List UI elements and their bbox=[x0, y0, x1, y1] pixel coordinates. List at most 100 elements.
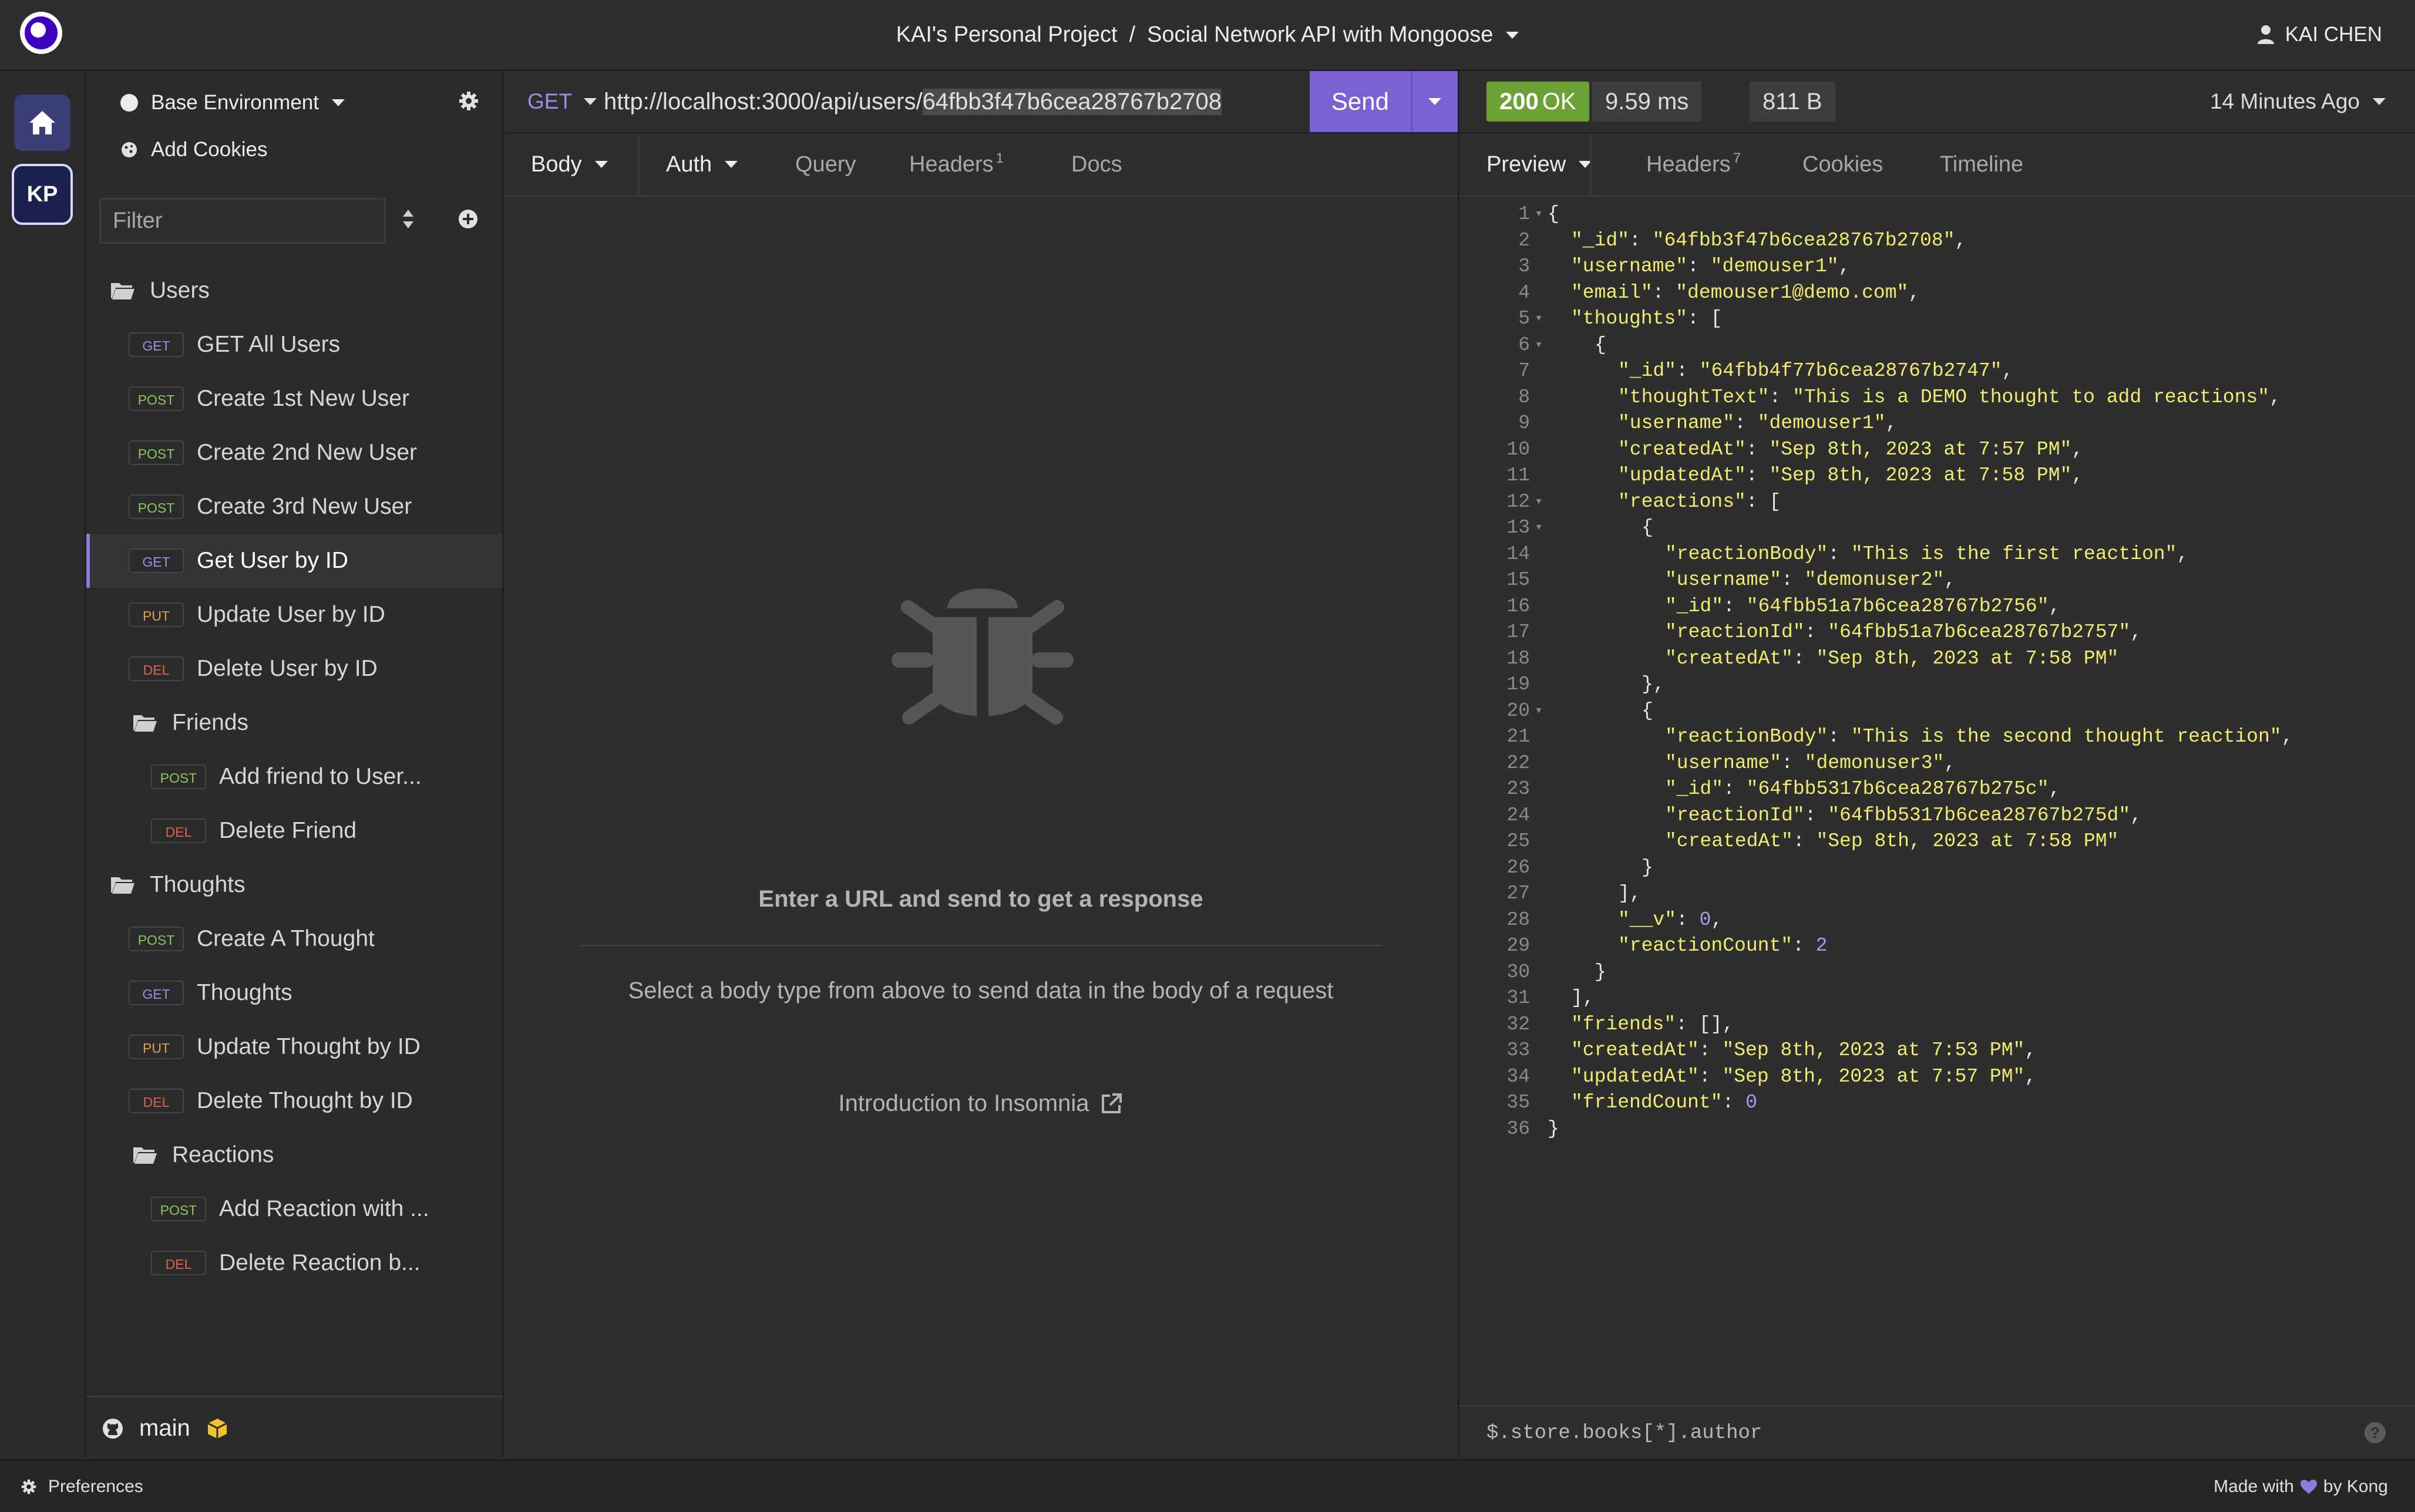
fold-toggle-icon[interactable]: ▾ bbox=[1530, 515, 1548, 541]
code-line: 36} bbox=[1459, 1116, 2415, 1143]
code-text: { bbox=[1548, 515, 1653, 541]
tab-docs[interactable]: Docs bbox=[1071, 134, 1122, 195]
tree-item-label: Delete Reaction b... bbox=[219, 1250, 421, 1275]
tree-item-label: Add Reaction with ... bbox=[219, 1196, 429, 1221]
gutter-spacer bbox=[1530, 280, 1548, 307]
code-text: "createdAt": "Sep 8th, 2023 at 7:57 PM", bbox=[1548, 437, 2083, 463]
send-options-button[interactable] bbox=[1410, 71, 1458, 132]
workspace-button[interactable]: KP bbox=[12, 164, 73, 225]
help-icon[interactable]: ? bbox=[2364, 1422, 2386, 1443]
json-punctuation: , bbox=[2130, 804, 2142, 826]
code-text: "reactionCount": 2 bbox=[1548, 933, 1827, 959]
preferences-button[interactable]: Preferences bbox=[21, 1461, 143, 1512]
sidebar-request-item[interactable]: DEL Delete User by ID bbox=[86, 642, 502, 696]
method-selector[interactable]: GET bbox=[527, 71, 597, 132]
tab-cookies[interactable]: Cookies bbox=[1802, 134, 1883, 195]
json-punctuation: } bbox=[1595, 961, 1606, 983]
sidebar-request-item[interactable]: PUT Update User by ID bbox=[86, 588, 502, 642]
response-filter-input[interactable] bbox=[1485, 1414, 2310, 1453]
environment-settings-button[interactable] bbox=[459, 91, 479, 114]
sidebar-request-item[interactable]: DEL Delete Thought by ID bbox=[86, 1074, 502, 1128]
fold-toggle-icon[interactable]: ▾ bbox=[1530, 489, 1548, 516]
json-number: 0 bbox=[1699, 908, 1711, 931]
environment-selector[interactable]: Base Environment bbox=[120, 91, 345, 115]
filter-input[interactable] bbox=[101, 200, 384, 242]
made-with-kong-link[interactable]: Made with by Kong bbox=[2214, 1461, 2388, 1512]
git-branch-bar[interactable]: main bbox=[86, 1396, 502, 1459]
tab-headers[interactable]: Headers 1 bbox=[909, 134, 1004, 195]
fold-toggle-icon[interactable]: ▾ bbox=[1530, 332, 1548, 359]
sidebar-request-item[interactable]: POST Create A Thought bbox=[86, 912, 502, 966]
tab-query[interactable]: Query bbox=[795, 134, 856, 195]
json-punctuation: , bbox=[2024, 1039, 2037, 1061]
tab-body[interactable]: Body bbox=[531, 134, 608, 195]
app-logo[interactable] bbox=[20, 12, 62, 54]
chevron-down-icon bbox=[594, 161, 608, 168]
sort-button[interactable] bbox=[401, 207, 415, 234]
json-string: "This is a DEMO thought to add reactions… bbox=[1792, 386, 2269, 408]
url-input[interactable]: http://localhost:3000/api/users/64fbb3f4… bbox=[604, 71, 1222, 132]
tab-timeline[interactable]: Timeline bbox=[1940, 134, 2023, 195]
json-key: "_id" bbox=[1665, 778, 1724, 800]
home-button[interactable] bbox=[14, 95, 70, 151]
code-text: "email": "demouser1@demo.com", bbox=[1548, 280, 1920, 307]
fold-toggle-icon[interactable]: ▾ bbox=[1530, 306, 1548, 332]
json-punctuation: , bbox=[2049, 778, 2061, 800]
user-account[interactable]: KAI CHEN bbox=[2257, 0, 2382, 69]
response-body-viewer[interactable]: 1 ▾{2 "_id": "64fbb3f47b6cea28767b2708", 3 "… bbox=[1459, 201, 2415, 1142]
sidebar-request-item[interactable]: POST Create 2nd New User bbox=[86, 426, 502, 480]
code-text: "username": "demonuser3", bbox=[1548, 750, 1956, 777]
code-text: "reactionBody": "This is the first react… bbox=[1548, 541, 2188, 568]
intro-to-insomnia-link[interactable]: Introduction to Insomnia bbox=[504, 1090, 1458, 1117]
sidebar-request-item[interactable]: PUT Update Thought by ID bbox=[86, 1020, 502, 1074]
breadcrumb-collection[interactable]: Social Network API with Mongoose bbox=[1147, 22, 1519, 48]
json-punctuation: : bbox=[1629, 229, 1653, 251]
fold-toggle-icon[interactable]: ▾ bbox=[1530, 201, 1548, 228]
code-text: "reactions": [ bbox=[1548, 489, 1781, 516]
sidebar-request-item[interactable]: POST Add friend to User... bbox=[86, 750, 502, 804]
sidebar-folder[interactable]: Reactions bbox=[86, 1128, 502, 1182]
json-punctuation: , bbox=[2049, 595, 2061, 617]
sidebar-folder[interactable]: Friends bbox=[86, 696, 502, 750]
tree-item-label: Delete Friend bbox=[219, 818, 357, 843]
code-text: "createdAt": "Sep 8th, 2023 at 7:58 PM" bbox=[1548, 646, 2118, 672]
sidebar-folder[interactable]: Thoughts bbox=[86, 858, 502, 912]
by-kong-label: by Kong bbox=[2323, 1476, 2388, 1496]
sidebar-request-item[interactable]: GET GET All Users bbox=[86, 318, 502, 372]
code-text: "_id": "64fbb51a7b6cea28767b2756", bbox=[1548, 594, 2060, 620]
tab-response-headers[interactable]: Headers 7 bbox=[1646, 134, 1741, 195]
method-badge: PUT bbox=[129, 1035, 184, 1059]
code-text: "reactionBody": "This is the second thou… bbox=[1548, 724, 2293, 750]
sidebar-request-item[interactable]: DEL Delete Friend bbox=[86, 804, 502, 858]
line-number: 31 bbox=[1506, 987, 1530, 1009]
code-text: ], bbox=[1548, 985, 1595, 1012]
line-number: 27 bbox=[1506, 883, 1530, 904]
send-button[interactable]: Send bbox=[1310, 87, 1411, 116]
tree-item-label: Create 1st New User bbox=[197, 386, 409, 411]
json-string: "Sep 8th, 2023 at 7:58 PM" bbox=[1769, 464, 2072, 486]
breadcrumb-project[interactable]: KAI's Personal Project bbox=[896, 22, 1118, 48]
fold-toggle-icon[interactable]: ▾ bbox=[1530, 698, 1548, 725]
tab-auth[interactable]: Auth bbox=[666, 134, 738, 195]
sidebar-request-item[interactable]: GET Get User by ID bbox=[86, 534, 502, 588]
plus-circle-icon bbox=[459, 210, 477, 228]
add-request-button[interactable] bbox=[456, 207, 480, 234]
json-punctuation: : bbox=[1745, 438, 1770, 460]
json-key: "_id" bbox=[1665, 595, 1724, 617]
sidebar-request-item[interactable]: DEL Delete Reaction b... bbox=[86, 1236, 502, 1290]
code-line: 34 "updatedAt": "Sep 8th, 2023 at 7:57 PM… bbox=[1459, 1064, 2415, 1090]
tree-item-label: Thoughts bbox=[197, 980, 292, 1005]
json-punctuation: ], bbox=[1571, 987, 1595, 1009]
add-cookies-button[interactable]: Add Cookies bbox=[120, 138, 267, 161]
response-history-dropdown[interactable]: 14 Minutes Ago bbox=[2210, 71, 2386, 132]
sidebar-request-item[interactable]: POST Add Reaction with ... bbox=[86, 1182, 502, 1236]
tab-preview[interactable]: Preview bbox=[1486, 134, 1592, 195]
code-text: } bbox=[1548, 959, 1606, 986]
sidebar-folder[interactable]: Users bbox=[86, 264, 502, 318]
sidebar-request-item[interactable]: GET Thoughts bbox=[86, 966, 502, 1020]
sidebar-request-item[interactable]: POST Create 3rd New User bbox=[86, 480, 502, 534]
empty-state-title: Enter a URL and send to get a response bbox=[758, 886, 1203, 912]
tab-auth-label: Auth bbox=[666, 151, 712, 177]
tab-body-label: Body bbox=[531, 151, 582, 177]
sidebar-request-item[interactable]: POST Create 1st New User bbox=[86, 372, 502, 426]
